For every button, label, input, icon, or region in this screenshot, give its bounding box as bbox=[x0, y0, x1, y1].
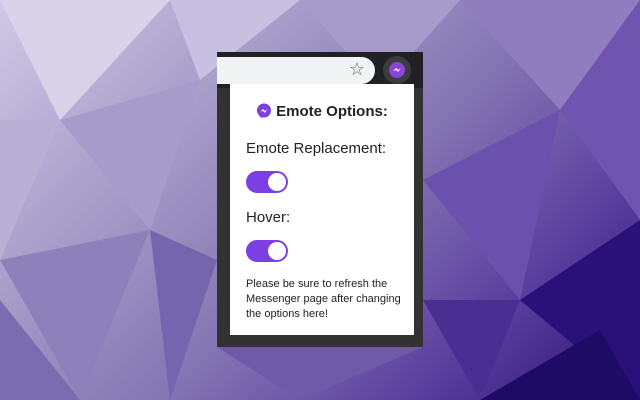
star-icon[interactable]: ☆ bbox=[347, 60, 367, 80]
messenger-icon bbox=[257, 103, 272, 118]
popup-title: Emote Options: bbox=[276, 102, 388, 120]
address-bar[interactable]: ☆ bbox=[217, 57, 375, 84]
extension-button[interactable] bbox=[383, 56, 411, 84]
emote-replacement-toggle[interactable] bbox=[246, 171, 288, 193]
emote-replacement-label: Emote Replacement: bbox=[246, 140, 387, 157]
emote-options-popup: Emote Options: Emote Replacement: Hover:… bbox=[230, 84, 414, 335]
toggle-knob bbox=[268, 173, 286, 191]
popup-header: Emote Options: bbox=[230, 100, 414, 122]
refresh-note: Please be sure to refresh the Messenger … bbox=[246, 278, 401, 320]
hover-label: Hover: bbox=[246, 209, 291, 226]
toggle-knob bbox=[268, 242, 286, 260]
messenger-extension-icon bbox=[389, 62, 405, 78]
hover-toggle[interactable] bbox=[246, 240, 288, 262]
browser-toolbar: ☆ bbox=[217, 52, 423, 88]
